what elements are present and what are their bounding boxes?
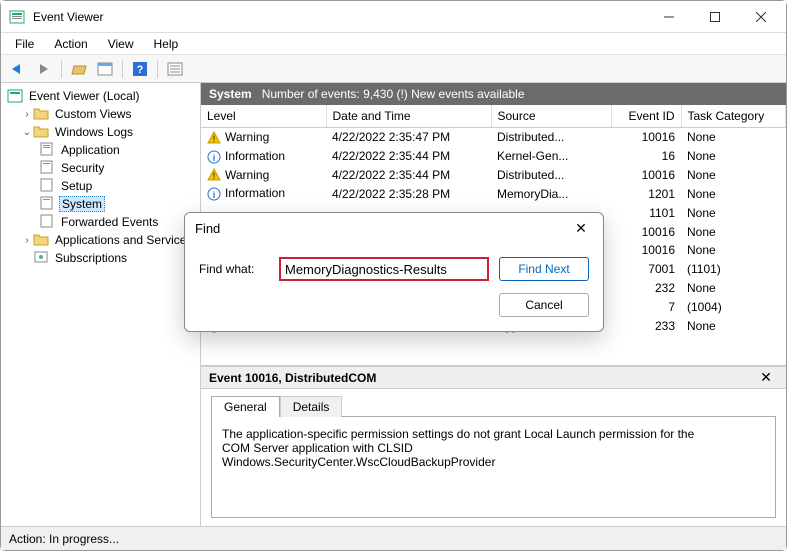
list-view-icon[interactable]	[164, 58, 186, 80]
menu-view[interactable]: View	[100, 35, 142, 53]
toolbar-separator	[157, 60, 158, 78]
svg-text:i: i	[213, 190, 216, 200]
window-title: Event Viewer	[33, 10, 646, 24]
col-source[interactable]: Source	[491, 105, 611, 128]
collapse-icon[interactable]: ⌄	[21, 127, 33, 138]
warning-icon: !	[207, 131, 221, 145]
tree-root-label: Event Viewer (Local)	[27, 89, 142, 103]
find-dialog: Find ✕ Find what: Find Next Cancel	[184, 212, 604, 332]
detail-title: Event 10016, DistributedCOM	[209, 371, 376, 385]
menu-file[interactable]: File	[7, 35, 42, 53]
tree-apps-services[interactable]: › Applications and Services	[3, 231, 198, 249]
tree-forwarded[interactable]: Forwarded Events	[3, 213, 198, 231]
find-label: Find what:	[199, 262, 269, 276]
help-icon[interactable]: ?	[129, 58, 151, 80]
menu-action[interactable]: Action	[46, 35, 95, 53]
tree-security[interactable]: Security	[3, 159, 198, 177]
open-saved-log-icon[interactable]	[68, 58, 90, 80]
svg-text:i: i	[213, 153, 216, 163]
find-dialog-title: Find	[195, 221, 220, 236]
tree-custom-views[interactable]: › Custom Views	[3, 105, 198, 123]
maximize-button[interactable]	[692, 2, 738, 32]
warning-icon: !	[207, 168, 221, 182]
properties-icon[interactable]	[94, 58, 116, 80]
svg-text:!: !	[213, 134, 216, 144]
col-task-category[interactable]: Task Category	[681, 105, 786, 128]
col-level[interactable]: Level	[201, 105, 326, 128]
expand-icon[interactable]: ›	[21, 235, 33, 246]
app-icon	[9, 9, 25, 25]
close-button[interactable]	[738, 2, 784, 32]
tree-application[interactable]: Application	[3, 141, 198, 159]
back-button[interactable]	[7, 58, 29, 80]
menubar: File Action View Help	[1, 33, 786, 55]
col-event-id[interactable]: Event ID	[611, 105, 681, 128]
col-date[interactable]: Date and Time	[326, 105, 491, 128]
tab-details[interactable]: Details	[280, 396, 343, 417]
log-header: System Number of events: 9,430 (!) New e…	[201, 83, 786, 105]
log-icon	[39, 196, 55, 212]
detail-body: The application-specific permission sett…	[211, 416, 776, 518]
toolbar: ?	[1, 55, 786, 83]
expand-icon[interactable]: ›	[21, 109, 33, 120]
event-viewer-icon	[7, 88, 23, 104]
tree-setup[interactable]: Setup	[3, 177, 198, 195]
forward-button[interactable]	[33, 58, 55, 80]
find-next-button[interactable]: Find Next	[499, 257, 589, 281]
event-count-label: Number of events: 9,430 (!) New events a…	[262, 87, 525, 101]
find-input[interactable]	[279, 257, 489, 281]
table-row[interactable]: iInformation4/22/2022 2:35:28 PMMemoryDi…	[201, 184, 786, 203]
information-icon: i	[207, 187, 221, 201]
toolbar-separator	[122, 60, 123, 78]
tree-subscriptions[interactable]: › Subscriptions	[3, 249, 198, 267]
information-icon: i	[207, 150, 221, 164]
minimize-button[interactable]	[646, 2, 692, 32]
titlebar: Event Viewer	[1, 1, 786, 33]
statusbar: Action: In progress...	[1, 526, 786, 550]
status-text: Action: In progress...	[9, 532, 119, 546]
table-row[interactable]: iInformation4/22/2022 2:35:44 PMKernel-G…	[201, 147, 786, 166]
detail-close-icon[interactable]: ✕	[754, 366, 778, 390]
log-icon	[39, 142, 55, 158]
tree-windows-logs[interactable]: ⌄ Windows Logs	[3, 123, 198, 141]
log-icon	[39, 178, 55, 194]
toolbar-separator	[61, 60, 62, 78]
log-name: System	[209, 87, 252, 101]
log-icon	[39, 160, 55, 176]
tab-general[interactable]: General	[211, 396, 280, 417]
svg-text:!: !	[213, 171, 216, 181]
svg-text:?: ?	[137, 64, 144, 76]
find-cancel-button[interactable]: Cancel	[499, 293, 589, 317]
folder-icon	[33, 232, 49, 248]
folder-icon	[33, 124, 49, 140]
subscriptions-icon	[33, 250, 49, 266]
tree-system[interactable]: System	[3, 195, 198, 213]
log-icon	[39, 214, 55, 230]
find-close-icon[interactable]: ✕	[569, 216, 593, 240]
table-row[interactable]: !Warning4/22/2022 2:35:44 PMDistributed.…	[201, 166, 786, 185]
event-detail-panel: Event 10016, DistributedCOM ✕ General De…	[201, 366, 786, 526]
folder-icon	[33, 106, 49, 122]
table-row[interactable]: !Warning4/22/2022 2:35:47 PMDistributed.…	[201, 128, 786, 147]
tree-root[interactable]: Event Viewer (Local)	[3, 87, 198, 105]
tree-pane: Event Viewer (Local) › Custom Views ⌄ Wi…	[1, 83, 201, 526]
menu-help[interactable]: Help	[146, 35, 187, 53]
